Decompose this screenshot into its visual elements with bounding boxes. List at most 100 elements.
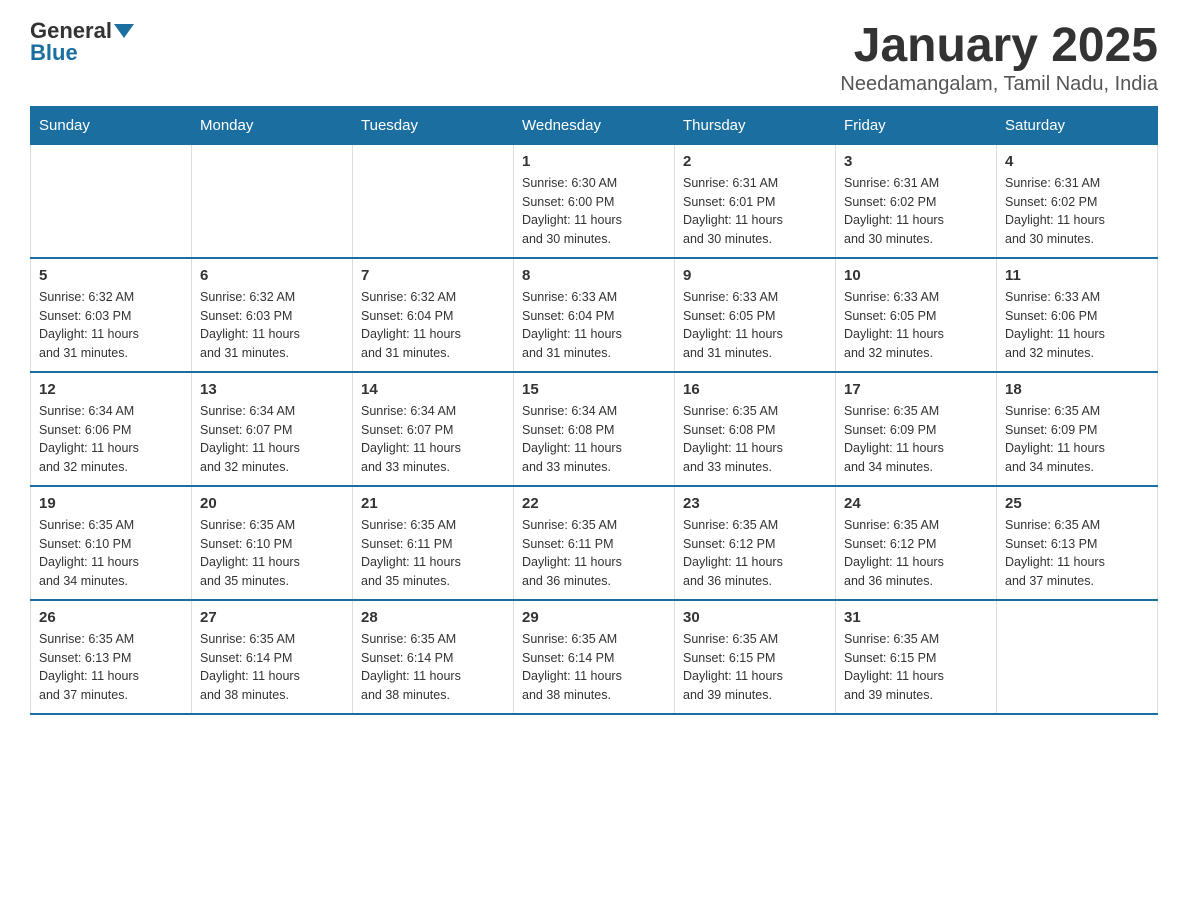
- calendar-week-1: 1 Sunrise: 6:30 AM Sunset: 6:00 PM Daylig…: [31, 144, 1158, 258]
- day-number: 5: [39, 267, 183, 284]
- day-number: 19: [39, 495, 183, 512]
- day-info: Sunrise: 6:31 AM Sunset: 6:02 PM Dayligh…: [1005, 174, 1149, 249]
- calendar-cell: 10 Sunrise: 6:33 AM Sunset: 6:05 PM Dayli…: [836, 258, 997, 372]
- day-number: 1: [522, 153, 666, 170]
- logo-general-text: General: [30, 20, 112, 42]
- calendar-cell: 30 Sunrise: 6:35 AM Sunset: 6:15 PM Dayli…: [675, 600, 836, 714]
- calendar-cell: 25 Sunrise: 6:35 AM Sunset: 6:13 PM Dayli…: [997, 486, 1158, 600]
- day-info: Sunrise: 6:34 AM Sunset: 6:08 PM Dayligh…: [522, 402, 666, 477]
- day-info: Sunrise: 6:32 AM Sunset: 6:03 PM Dayligh…: [200, 288, 344, 363]
- calendar-cell: [353, 144, 514, 258]
- day-number: 6: [200, 267, 344, 284]
- day-info: Sunrise: 6:35 AM Sunset: 6:13 PM Dayligh…: [39, 630, 183, 705]
- weekday-header-thursday: Thursday: [675, 106, 836, 144]
- day-info: Sunrise: 6:31 AM Sunset: 6:01 PM Dayligh…: [683, 174, 827, 249]
- calendar-cell: 13 Sunrise: 6:34 AM Sunset: 6:07 PM Dayli…: [192, 372, 353, 486]
- day-number: 9: [683, 267, 827, 284]
- calendar-cell: 24Sunrise: 6:35 AM Sunset: 6:12 PM Dayli…: [836, 486, 997, 600]
- day-number: 17: [844, 381, 988, 398]
- day-info: Sunrise: 6:33 AM Sunset: 6:05 PM Dayligh…: [844, 288, 988, 363]
- day-number: 10: [844, 267, 988, 284]
- logo-blue-text: Blue: [30, 42, 78, 64]
- day-info: Sunrise: 6:30 AM Sunset: 6:00 PM Dayligh…: [522, 174, 666, 249]
- day-number: 8: [522, 267, 666, 284]
- day-info: Sunrise: 6:35 AM Sunset: 6:15 PM Dayligh…: [683, 630, 827, 705]
- calendar-cell: [997, 600, 1158, 714]
- calendar-cell: 8 Sunrise: 6:33 AM Sunset: 6:04 PM Daylig…: [514, 258, 675, 372]
- calendar-cell: 26 Sunrise: 6:35 AM Sunset: 6:13 PM Dayli…: [31, 600, 192, 714]
- day-info: Sunrise: 6:33 AM Sunset: 6:06 PM Dayligh…: [1005, 288, 1149, 363]
- logo: General Blue: [30, 20, 134, 64]
- day-number: 26: [39, 609, 183, 626]
- calendar-subtitle: Needamangalam, Tamil Nadu, India: [840, 73, 1158, 96]
- day-number: 21: [361, 495, 505, 512]
- day-info: Sunrise: 6:34 AM Sunset: 6:07 PM Dayligh…: [200, 402, 344, 477]
- calendar-week-3: 12 Sunrise: 6:34 AM Sunset: 6:06 PM Dayli…: [31, 372, 1158, 486]
- day-info: Sunrise: 6:33 AM Sunset: 6:04 PM Dayligh…: [522, 288, 666, 363]
- day-number: 12: [39, 381, 183, 398]
- day-info: Sunrise: 6:35 AM Sunset: 6:10 PM Dayligh…: [200, 516, 344, 591]
- calendar-cell: 28 Sunrise: 6:35 AM Sunset: 6:14 PM Dayli…: [353, 600, 514, 714]
- calendar-cell: 3Sunrise: 6:31 AM Sunset: 6:02 PM Daylig…: [836, 144, 997, 258]
- calendar-cell: 19 Sunrise: 6:35 AM Sunset: 6:10 PM Dayli…: [31, 486, 192, 600]
- day-number: 13: [200, 381, 344, 398]
- title-block: January 2025 Needamangalam, Tamil Nadu, …: [840, 20, 1158, 96]
- calendar-cell: 5 Sunrise: 6:32 AM Sunset: 6:03 PM Daylig…: [31, 258, 192, 372]
- day-number: 28: [361, 609, 505, 626]
- calendar-cell: 14 Sunrise: 6:34 AM Sunset: 6:07 PM Dayli…: [353, 372, 514, 486]
- day-info: Sunrise: 6:35 AM Sunset: 6:14 PM Dayligh…: [361, 630, 505, 705]
- day-number: 2: [683, 153, 827, 170]
- day-info: Sunrise: 6:35 AM Sunset: 6:08 PM Dayligh…: [683, 402, 827, 477]
- logo-triangle-icon: [114, 24, 134, 38]
- calendar-cell: 4 Sunrise: 6:31 AM Sunset: 6:02 PM Daylig…: [997, 144, 1158, 258]
- calendar-cell: 11 Sunrise: 6:33 AM Sunset: 6:06 PM Dayli…: [997, 258, 1158, 372]
- calendar-week-2: 5 Sunrise: 6:32 AM Sunset: 6:03 PM Daylig…: [31, 258, 1158, 372]
- day-info: Sunrise: 6:35 AM Sunset: 6:13 PM Dayligh…: [1005, 516, 1149, 591]
- day-info: Sunrise: 6:35 AM Sunset: 6:14 PM Dayligh…: [522, 630, 666, 705]
- calendar-cell: 21 Sunrise: 6:35 AM Sunset: 6:11 PM Dayli…: [353, 486, 514, 600]
- day-number: 16: [683, 381, 827, 398]
- day-number: 4: [1005, 153, 1149, 170]
- calendar-cell: 31 Sunrise: 6:35 AM Sunset: 6:15 PM Dayli…: [836, 600, 997, 714]
- calendar-cell: 29Sunrise: 6:35 AM Sunset: 6:14 PM Dayli…: [514, 600, 675, 714]
- page-header: General Blue January 2025 Needamangalam,…: [30, 20, 1158, 96]
- weekday-header-wednesday: Wednesday: [514, 106, 675, 144]
- day-info: Sunrise: 6:32 AM Sunset: 6:04 PM Dayligh…: [361, 288, 505, 363]
- day-number: 15: [522, 381, 666, 398]
- day-number: 3: [844, 153, 988, 170]
- day-info: Sunrise: 6:35 AM Sunset: 6:09 PM Dayligh…: [1005, 402, 1149, 477]
- calendar-cell: 6 Sunrise: 6:32 AM Sunset: 6:03 PM Daylig…: [192, 258, 353, 372]
- calendar-cell: 23 Sunrise: 6:35 AM Sunset: 6:12 PM Dayli…: [675, 486, 836, 600]
- day-info: Sunrise: 6:35 AM Sunset: 6:11 PM Dayligh…: [522, 516, 666, 591]
- day-number: 23: [683, 495, 827, 512]
- day-info: Sunrise: 6:33 AM Sunset: 6:05 PM Dayligh…: [683, 288, 827, 363]
- calendar-cell: 7 Sunrise: 6:32 AM Sunset: 6:04 PM Daylig…: [353, 258, 514, 372]
- day-info: Sunrise: 6:34 AM Sunset: 6:06 PM Dayligh…: [39, 402, 183, 477]
- calendar-cell: [192, 144, 353, 258]
- day-info: Sunrise: 6:34 AM Sunset: 6:07 PM Dayligh…: [361, 402, 505, 477]
- weekday-header-row: SundayMondayTuesdayWednesdayThursdayFrid…: [31, 106, 1158, 144]
- weekday-header-sunday: Sunday: [31, 106, 192, 144]
- day-number: 31: [844, 609, 988, 626]
- calendar-title: January 2025: [840, 20, 1158, 73]
- day-info: Sunrise: 6:35 AM Sunset: 6:11 PM Dayligh…: [361, 516, 505, 591]
- weekday-header-friday: Friday: [836, 106, 997, 144]
- day-info: Sunrise: 6:35 AM Sunset: 6:12 PM Dayligh…: [683, 516, 827, 591]
- calendar-cell: 27Sunrise: 6:35 AM Sunset: 6:14 PM Dayli…: [192, 600, 353, 714]
- day-number: 25: [1005, 495, 1149, 512]
- day-info: Sunrise: 6:32 AM Sunset: 6:03 PM Dayligh…: [39, 288, 183, 363]
- calendar-table: SundayMondayTuesdayWednesdayThursdayFrid…: [30, 106, 1158, 715]
- day-info: Sunrise: 6:35 AM Sunset: 6:15 PM Dayligh…: [844, 630, 988, 705]
- calendar-cell: 1 Sunrise: 6:30 AM Sunset: 6:00 PM Daylig…: [514, 144, 675, 258]
- day-info: Sunrise: 6:35 AM Sunset: 6:10 PM Dayligh…: [39, 516, 183, 591]
- day-number: 11: [1005, 267, 1149, 284]
- calendar-cell: 9 Sunrise: 6:33 AM Sunset: 6:05 PM Daylig…: [675, 258, 836, 372]
- day-info: Sunrise: 6:35 AM Sunset: 6:12 PM Dayligh…: [844, 516, 988, 591]
- day-number: 7: [361, 267, 505, 284]
- day-number: 18: [1005, 381, 1149, 398]
- calendar-cell: 22Sunrise: 6:35 AM Sunset: 6:11 PM Dayli…: [514, 486, 675, 600]
- day-number: 30: [683, 609, 827, 626]
- day-number: 14: [361, 381, 505, 398]
- day-info: Sunrise: 6:35 AM Sunset: 6:14 PM Dayligh…: [200, 630, 344, 705]
- calendar-cell: 15 Sunrise: 6:34 AM Sunset: 6:08 PM Dayli…: [514, 372, 675, 486]
